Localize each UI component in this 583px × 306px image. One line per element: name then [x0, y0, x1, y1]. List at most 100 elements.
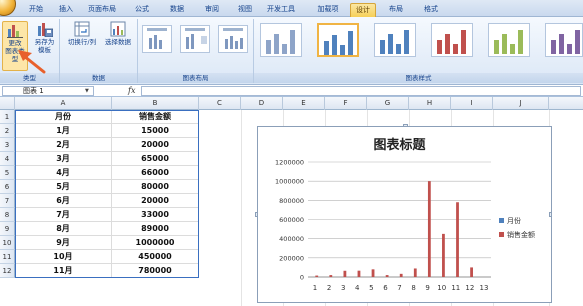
- formula-input[interactable]: [141, 86, 581, 96]
- chart-layout-2-icon: [185, 28, 207, 49]
- cell-month[interactable]: 4月: [15, 166, 112, 180]
- switch-row-column-button[interactable]: 切换行/列: [64, 21, 100, 61]
- name-box[interactable]: 图表 1: [2, 86, 94, 96]
- row-header[interactable]: 3: [0, 138, 15, 152]
- column-header-a[interactable]: A: [15, 97, 112, 110]
- column-header-c[interactable]: C: [199, 97, 241, 110]
- tab-home[interactable]: 开始: [24, 3, 48, 17]
- row-header[interactable]: 7: [0, 194, 15, 208]
- chart-layout-2[interactable]: [180, 25, 210, 53]
- select-all-corner[interactable]: [0, 97, 15, 110]
- tab-formulas[interactable]: 公式: [130, 3, 154, 17]
- chart-layout-1[interactable]: [142, 25, 172, 53]
- save-as-template-button[interactable]: 另存为 模板: [31, 21, 58, 71]
- row-header[interactable]: 12: [0, 264, 15, 278]
- chart-layout-3-icon: [223, 28, 243, 49]
- chart-type-icon: [7, 25, 23, 38]
- name-box-dropdown-icon[interactable]: ▼: [85, 88, 89, 94]
- cell-month[interactable]: 6月: [15, 194, 112, 208]
- name-box-value: 图表 1: [23, 87, 44, 95]
- cell-month[interactable]: 9月: [15, 236, 112, 250]
- chart-layout-1-icon: [147, 28, 167, 49]
- cell-sales[interactable]: 80000: [112, 180, 199, 194]
- row-header[interactable]: 10: [0, 236, 15, 250]
- tab-addins[interactable]: 加载项: [313, 3, 343, 17]
- column-header-i[interactable]: I: [451, 97, 493, 110]
- cell-month[interactable]: 8月: [15, 222, 112, 236]
- x-tick-label: 6: [383, 284, 388, 292]
- office-button[interactable]: [0, 0, 16, 16]
- x-tick-label: 2: [327, 284, 331, 292]
- row-header[interactable]: 6: [0, 180, 15, 194]
- tab-insert[interactable]: 插入: [54, 3, 78, 17]
- cell-sales[interactable]: 66000: [112, 166, 199, 180]
- cell-month[interactable]: 1月: [15, 124, 112, 138]
- tab-developer[interactable]: 开发工具: [263, 3, 299, 17]
- column-header-b[interactable]: B: [112, 97, 199, 110]
- chart-style-3[interactable]: [374, 23, 416, 57]
- cell-sales[interactable]: 1000000: [112, 236, 199, 250]
- tab-format[interactable]: 格式: [418, 3, 444, 17]
- tab-review[interactable]: 审阅: [200, 3, 224, 17]
- style-preview-bar: [567, 44, 572, 54]
- change-chart-type-label: 更改 图表类型: [5, 39, 25, 63]
- cell-month[interactable]: 10月: [15, 250, 112, 264]
- style-preview-bar: [324, 41, 329, 55]
- chart-style-1[interactable]: [260, 23, 302, 57]
- x-tick-label: 9: [425, 284, 429, 292]
- cell-month[interactable]: 7月: [15, 208, 112, 222]
- fx-icon[interactable]: fx: [128, 86, 135, 95]
- cell-month[interactable]: 3月: [15, 152, 112, 166]
- column-header-j[interactable]: J: [493, 97, 549, 110]
- cell-sales[interactable]: 20000: [112, 138, 199, 152]
- bar-sales: [329, 275, 333, 277]
- column-header-d[interactable]: D: [241, 97, 283, 110]
- column-header-f[interactable]: F: [325, 97, 367, 110]
- chart-object[interactable]: 图表标题 0 200000 400000 600000 800000 1000000 1200…: [255, 124, 552, 303]
- column-header-g[interactable]: G: [367, 97, 409, 110]
- cell-a1-header[interactable]: 月份: [15, 110, 112, 124]
- row-header[interactable]: 2: [0, 124, 15, 138]
- chart-layout-3[interactable]: [218, 25, 248, 53]
- tab-view[interactable]: 视图: [233, 3, 257, 17]
- row-header[interactable]: 8: [0, 208, 15, 222]
- select-data-icon: [110, 21, 126, 37]
- row-header[interactable]: 5: [0, 166, 15, 180]
- cell-sales[interactable]: 20000: [112, 194, 199, 208]
- cell-month[interactable]: 5月: [15, 180, 112, 194]
- chart-style-2[interactable]: [317, 23, 359, 57]
- chart-resize-handle[interactable]: [403, 124, 408, 127]
- row-header[interactable]: 1: [0, 110, 15, 124]
- chart-resize-handle[interactable]: [255, 212, 258, 217]
- cell-sales[interactable]: 450000: [112, 250, 199, 264]
- tab-page-layout[interactable]: 页面布局: [84, 3, 120, 17]
- cell-b1-header[interactable]: 销售金额: [112, 110, 199, 124]
- cell-sales[interactable]: 15000: [112, 124, 199, 138]
- row-header[interactable]: 9: [0, 222, 15, 236]
- cell-month[interactable]: 11月: [15, 264, 112, 278]
- tab-layout[interactable]: 布局: [383, 3, 409, 17]
- style-preview-bar: [282, 44, 287, 54]
- chart-canvas: 图表标题 0 200000 400000 600000 800000 1000000 1200…: [275, 137, 535, 292]
- save-as-template-label: 另存为 模板: [34, 38, 55, 54]
- column-header-row: A B C D E F G H I J: [0, 97, 583, 110]
- cell-sales[interactable]: 65000: [112, 152, 199, 166]
- cell-month[interactable]: 2月: [15, 138, 112, 152]
- x-tick-label: 5: [369, 284, 373, 292]
- cell-sales[interactable]: 780000: [112, 264, 199, 278]
- row-header[interactable]: 4: [0, 152, 15, 166]
- select-data-button[interactable]: 选择数据: [101, 21, 135, 61]
- cell-sales[interactable]: 33000: [112, 208, 199, 222]
- column-header-e[interactable]: E: [283, 97, 325, 110]
- chart-style-5[interactable]: [488, 23, 530, 57]
- tab-design[interactable]: 设计: [350, 3, 376, 17]
- chart-style-4[interactable]: [431, 23, 473, 57]
- row-header[interactable]: 11: [0, 250, 15, 264]
- chart-style-3-icon: [380, 30, 409, 54]
- cell-sales[interactable]: 89000: [112, 222, 199, 236]
- tab-data[interactable]: 数据: [165, 3, 189, 17]
- chart-resize-handle[interactable]: [549, 212, 552, 217]
- chart-style-6[interactable]: [545, 23, 583, 57]
- column-header-h[interactable]: H: [409, 97, 451, 110]
- change-chart-type-button[interactable]: 更改 图表类型: [2, 21, 28, 71]
